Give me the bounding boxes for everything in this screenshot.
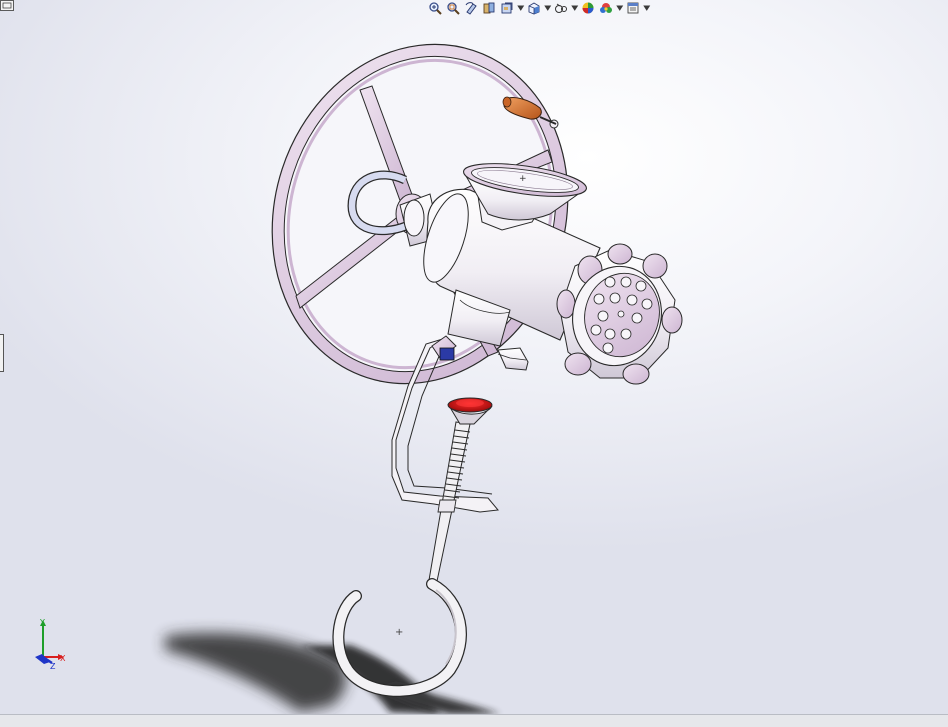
dynamic-annotation-views-icon[interactable] bbox=[498, 0, 516, 16]
chevron-down-icon[interactable]: ▼ bbox=[543, 0, 552, 16]
chevron-down-icon[interactable]: ▼ bbox=[642, 0, 651, 16]
apply-scene-icon[interactable] bbox=[597, 0, 615, 16]
svg-text:+: + bbox=[519, 174, 527, 184]
triad-z-label: Z bbox=[50, 662, 56, 671]
graphics-area-corner-icon[interactable] bbox=[0, 0, 14, 11]
triad-y-label: Y bbox=[39, 618, 45, 627]
zoom-to-area-icon[interactable] bbox=[444, 0, 462, 16]
hide-show-items-icon[interactable] bbox=[579, 0, 597, 16]
chevron-down-icon[interactable]: ▼ bbox=[516, 0, 525, 16]
section-view-icon[interactable] bbox=[480, 0, 498, 16]
view-settings-icon[interactable] bbox=[624, 0, 642, 16]
reference-triad: Y X Z bbox=[35, 618, 66, 671]
svg-text:+: + bbox=[395, 627, 403, 638]
graphics-viewport[interactable]: + + ▼ ▼ ▼ ▼ ▼ Y X Z bbox=[0, 0, 948, 714]
clamp-screw[interactable] bbox=[427, 397, 493, 587]
display-style-icon[interactable] bbox=[552, 0, 570, 16]
triad-x-label: X bbox=[60, 654, 66, 663]
heads-up-view-toolbar: ▼ ▼ ▼ ▼ ▼ bbox=[426, 0, 651, 16]
zoom-to-fit-icon[interactable] bbox=[426, 0, 444, 16]
previous-view-icon[interactable] bbox=[462, 0, 480, 16]
status-bar bbox=[0, 714, 948, 727]
feature-manager-flyout-handle[interactable] bbox=[0, 334, 4, 372]
chevron-down-icon[interactable]: ▼ bbox=[570, 0, 579, 16]
view-orientation-icon[interactable] bbox=[525, 0, 543, 16]
model-scene[interactable]: + + bbox=[0, 0, 948, 714]
chevron-down-icon[interactable]: ▼ bbox=[615, 0, 624, 16]
clamp-bolt bbox=[439, 347, 455, 361]
